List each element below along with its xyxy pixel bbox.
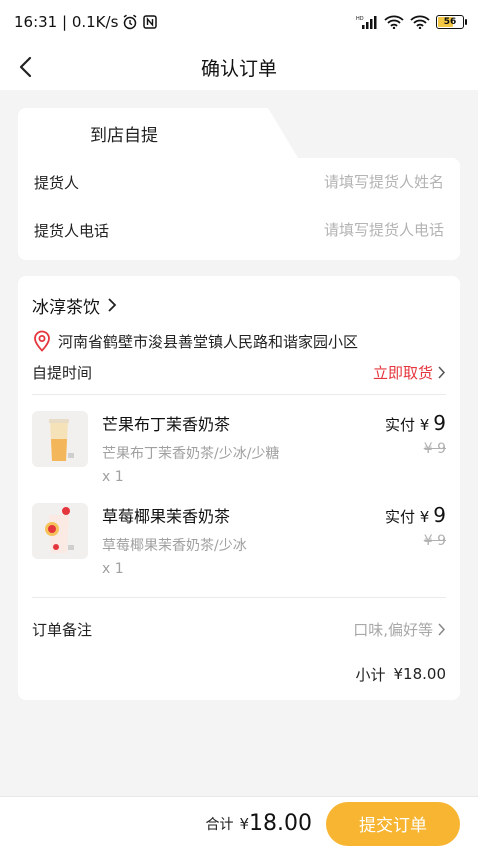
chevron-right-icon [108, 298, 117, 312]
order-card: 冰淳茶饮 河南省鹤壁市浚县善堂镇人民路和谐家园小区 自提时间 立即取货 芒果布丁… [18, 276, 460, 700]
picker-name-label: 提货人 [34, 173, 80, 192]
product-image [32, 411, 88, 467]
milk-tea-cup-icon [32, 503, 88, 559]
pickup-card: 到店自提 提货人 提货人电话 [18, 108, 460, 260]
pay-value: 9 [433, 503, 446, 527]
wifi-icon [384, 15, 404, 29]
divider [32, 597, 446, 598]
product-name: 草莓椰果茉香奶茶 [102, 507, 231, 526]
battery-icon: 56 [436, 15, 467, 29]
chevron-right-icon [438, 622, 446, 636]
pickup-time-select[interactable]: 立即取货 [373, 362, 446, 383]
product-spec: 草莓椰果茉香奶茶/少冰 [102, 538, 247, 554]
tab-store-pickup[interactable]: 到店自提 [18, 108, 298, 158]
battery-level: 56 [443, 17, 457, 27]
checkout-bar: 合计 ¥ 18.00 提交订单 [0, 796, 478, 850]
total-currency: ¥ [239, 814, 250, 833]
product-spec: 芒果布丁茉香奶茶/少冰/少糖 [102, 446, 280, 462]
product-qty: x 1 [102, 469, 124, 485]
picker-phone-row: 提货人电话 [34, 206, 444, 254]
product-qty: x 1 [102, 561, 124, 577]
address-row: 河南省鹤壁市浚县善堂镇人民路和谐家园小区 [32, 330, 446, 352]
product-item: 芒果布丁茉香奶茶 芒果布丁茉香奶茶/少冰/少糖 x 1 实付 ¥9 ¥ 9 [32, 399, 446, 491]
divider [32, 394, 446, 395]
pay-value: 9 [433, 411, 446, 435]
order-remark-placeholder: 口味,偏好等 [353, 620, 433, 639]
subtotal-label: 小计 [355, 665, 386, 684]
pay-label: 实付 ¥ [384, 416, 430, 434]
back-icon[interactable] [14, 54, 40, 80]
pickup-time-row: 自提时间 立即取货 [32, 354, 446, 390]
shop-name: 冰淳茶饮 [32, 297, 100, 318]
nav-bar: 确认订单 [0, 44, 478, 90]
subtotal-value: ¥18.00 [393, 665, 447, 683]
submit-order-button[interactable]: 提交订单 [326, 801, 460, 846]
product-image [32, 503, 88, 559]
total-amount: 18.00 [249, 811, 312, 836]
store-address: 河南省鹤壁市浚县善堂镇人民路和谐家园小区 [58, 332, 359, 351]
subtotal-row: 小计 ¥18.00 [32, 654, 446, 694]
signal-icon: HD [356, 16, 377, 29]
shop-name-link[interactable]: 冰淳茶饮 [32, 290, 446, 320]
chevron-right-icon [438, 365, 446, 379]
page-title: 确认订单 [200, 57, 277, 80]
pickup-time-label: 自提时间 [32, 363, 93, 382]
order-remark-row[interactable]: 订单备注 口味,偏好等 [32, 604, 446, 654]
pickup-tab-row: 到店自提 [18, 108, 460, 158]
original-price: ¥ 9 [423, 441, 446, 457]
pickup-form: 提货人 提货人电话 [18, 158, 460, 260]
picker-phone-label: 提货人电话 [34, 221, 110, 240]
pay-label: 实付 ¥ [384, 508, 430, 526]
order-remark-input[interactable]: 口味,偏好等 [353, 619, 446, 640]
status-bar: 16:31 | 0.1K/s HD 56 [0, 0, 478, 44]
order-remark-label: 订单备注 [32, 620, 93, 639]
alarm-icon [123, 14, 137, 30]
picker-name-input[interactable] [154, 173, 444, 191]
original-price: ¥ 9 [423, 533, 446, 549]
nfc-icon [143, 15, 158, 29]
svg-text:HD: HD [356, 16, 364, 22]
wifi-icon [410, 15, 430, 29]
picker-name-row: 提货人 [34, 158, 444, 206]
tab-store-pickup-label: 到店自提 [90, 125, 158, 146]
location-pin-icon [34, 330, 50, 352]
picker-phone-input[interactable] [154, 221, 444, 239]
milk-tea-cup-icon [32, 411, 88, 467]
product-name: 芒果布丁茉香奶茶 [102, 415, 231, 434]
status-time-speed: 16:31 | 0.1K/s [14, 13, 119, 31]
total-label: 合计 [205, 816, 234, 833]
product-item: 草莓椰果茉香奶茶 草莓椰果茉香奶茶/少冰 x 1 实付 ¥9 ¥ 9 [32, 491, 446, 583]
pickup-time-value: 立即取货 [372, 363, 433, 382]
